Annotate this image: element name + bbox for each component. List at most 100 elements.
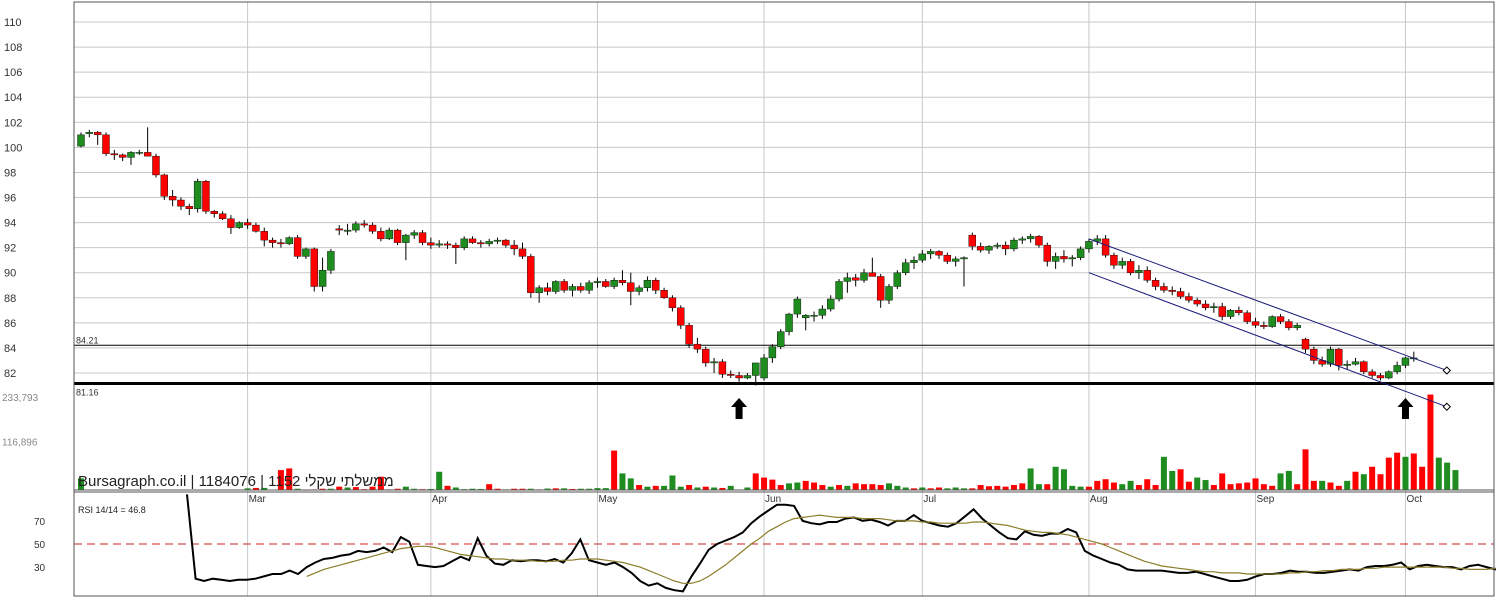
rsi-line	[186, 494, 1496, 593]
candle-body	[810, 315, 818, 317]
volume-bar	[1152, 485, 1159, 490]
candle-body	[410, 232, 418, 236]
rsi-tick-label: 50	[34, 540, 46, 551]
candle-body	[443, 243, 452, 246]
candle-body	[677, 307, 685, 326]
candle-body	[352, 223, 360, 231]
candle-body	[1110, 254, 1118, 266]
candle-body	[1301, 338, 1310, 350]
candle-body	[743, 375, 752, 379]
candle-body	[368, 224, 377, 232]
volume-bar	[752, 473, 759, 490]
candle-body	[177, 199, 185, 207]
month-tick-label: Sep	[1257, 494, 1275, 505]
candle-body	[585, 282, 593, 291]
candle-body	[1360, 361, 1368, 372]
candle-body	[435, 243, 443, 246]
volume-bar	[1344, 480, 1351, 490]
price-tick-label: 106	[4, 67, 22, 79]
volume-bar	[894, 485, 901, 490]
candle-body	[85, 132, 94, 134]
candle-body	[127, 152, 135, 158]
candle-body	[768, 346, 777, 359]
volume-bar	[1260, 484, 1267, 490]
volume-bar	[1352, 471, 1359, 490]
volume-bar	[727, 485, 734, 490]
candle-body	[1010, 239, 1018, 250]
volume-bar	[1227, 484, 1234, 490]
candle-body	[710, 361, 718, 364]
candle-body	[910, 259, 918, 263]
candle-body	[77, 134, 85, 147]
candle-body	[827, 298, 835, 310]
candle-body	[718, 361, 727, 375]
volume-bar	[1252, 478, 1259, 490]
candle-body	[1276, 316, 1285, 322]
candle-body	[777, 331, 785, 347]
price-tick-label: 102	[4, 117, 22, 129]
volume-bar	[1310, 480, 1317, 490]
price-tick-label: 98	[4, 167, 16, 179]
volume-bar	[1010, 485, 1017, 490]
volume-bar	[1369, 466, 1376, 490]
candle-body	[485, 241, 493, 245]
candle-body	[1185, 296, 1193, 301]
candle-body	[1218, 306, 1226, 317]
candle-body	[168, 196, 177, 201]
candle-body	[110, 153, 119, 156]
price-tick-label: 110	[4, 17, 22, 29]
volume-bar	[811, 482, 818, 490]
price-y-axis: 110 108 106 104 102 100 98 96 94 92 90 88 86 84 82	[4, 17, 22, 380]
candle-body	[1151, 280, 1160, 287]
candle-body	[702, 348, 710, 364]
candle-body	[802, 315, 810, 319]
candle-body	[926, 251, 935, 255]
candle-body	[985, 246, 993, 251]
volume-bar	[1277, 473, 1284, 490]
candle-body	[735, 375, 743, 379]
candle-body	[310, 248, 318, 287]
candle-body	[660, 290, 668, 298]
candle-body	[218, 213, 227, 220]
volume-bar	[436, 471, 443, 490]
volume-bar	[852, 483, 859, 490]
volume-bar	[994, 485, 1001, 490]
volume-bar	[794, 482, 801, 490]
volume-bar	[636, 485, 643, 490]
volume-bar	[1102, 479, 1109, 490]
candle-body	[268, 239, 277, 243]
candle-body	[643, 280, 652, 288]
candle-body	[960, 257, 968, 260]
candle-body	[1101, 238, 1110, 256]
volume-bar	[611, 450, 618, 490]
arrow-markers	[731, 398, 1414, 419]
candle-body	[1235, 310, 1243, 314]
candlesticks	[77, 127, 1418, 386]
month-tick-label: Apr	[432, 494, 448, 505]
volume-y-axis: 233,793 116,896	[2, 393, 39, 449]
candle-body	[527, 256, 535, 293]
candle-body	[935, 251, 943, 256]
candle-body	[1135, 269, 1143, 273]
candle-body	[202, 181, 210, 212]
volume-bar	[1210, 485, 1217, 490]
candle-body	[302, 248, 310, 257]
volume-bar	[1335, 485, 1342, 490]
candle-body	[1385, 371, 1393, 379]
price-tick-label: 100	[4, 142, 22, 154]
candle-body	[1226, 310, 1235, 317]
month-tick-label: Jun	[765, 494, 781, 505]
reference-label: 84.21	[76, 335, 99, 345]
volume-bar	[1094, 480, 1101, 490]
candle-body	[343, 229, 352, 232]
month-tick-label: Jul	[923, 494, 936, 505]
price-tick-label: 108	[4, 42, 22, 54]
volume-bar	[886, 483, 893, 490]
candle-body	[277, 242, 285, 245]
arrow-up-icon	[1397, 398, 1414, 419]
candle-body	[1260, 325, 1268, 327]
candle-body	[243, 222, 252, 226]
candle-body	[785, 313, 793, 332]
candle-body	[1043, 244, 1051, 262]
volume-bar	[1319, 480, 1326, 490]
